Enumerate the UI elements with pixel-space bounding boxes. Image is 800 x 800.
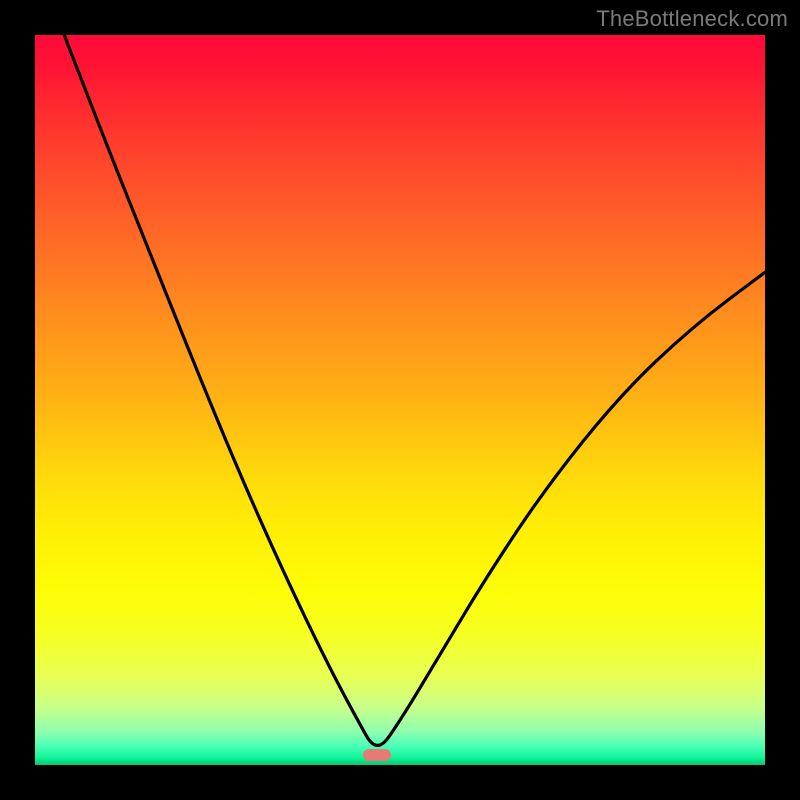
plot-area [35, 35, 765, 765]
attribution-text: TheBottleneck.com [596, 6, 788, 32]
chart-frame: TheBottleneck.com [0, 0, 800, 800]
optimal-point-marker [363, 749, 391, 761]
bottleneck-curve [35, 35, 765, 765]
